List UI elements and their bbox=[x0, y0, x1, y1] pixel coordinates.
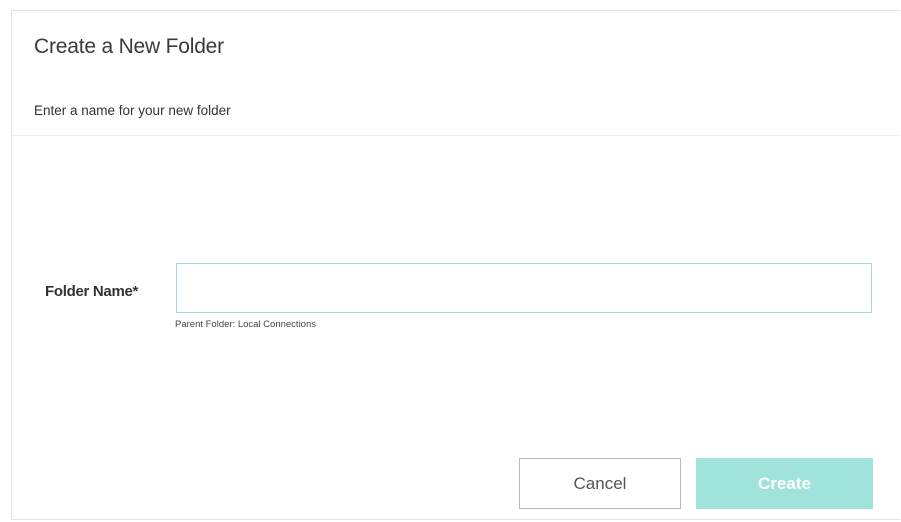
cancel-button[interactable]: Cancel bbox=[519, 458, 681, 509]
create-button[interactable]: Create bbox=[696, 458, 873, 509]
dialog-title: Create a New Folder bbox=[34, 35, 224, 58]
create-folder-dialog: Create a New Folder Enter a name for you… bbox=[11, 10, 900, 520]
folder-name-input[interactable] bbox=[176, 263, 872, 313]
parent-folder-hint: Parent Folder: Local Connections bbox=[175, 319, 316, 330]
dialog-subtitle: Enter a name for your new folder bbox=[34, 103, 231, 118]
dialog-header: Create a New Folder Enter a name for you… bbox=[12, 11, 900, 136]
folder-name-label: Folder Name* bbox=[45, 283, 139, 300]
